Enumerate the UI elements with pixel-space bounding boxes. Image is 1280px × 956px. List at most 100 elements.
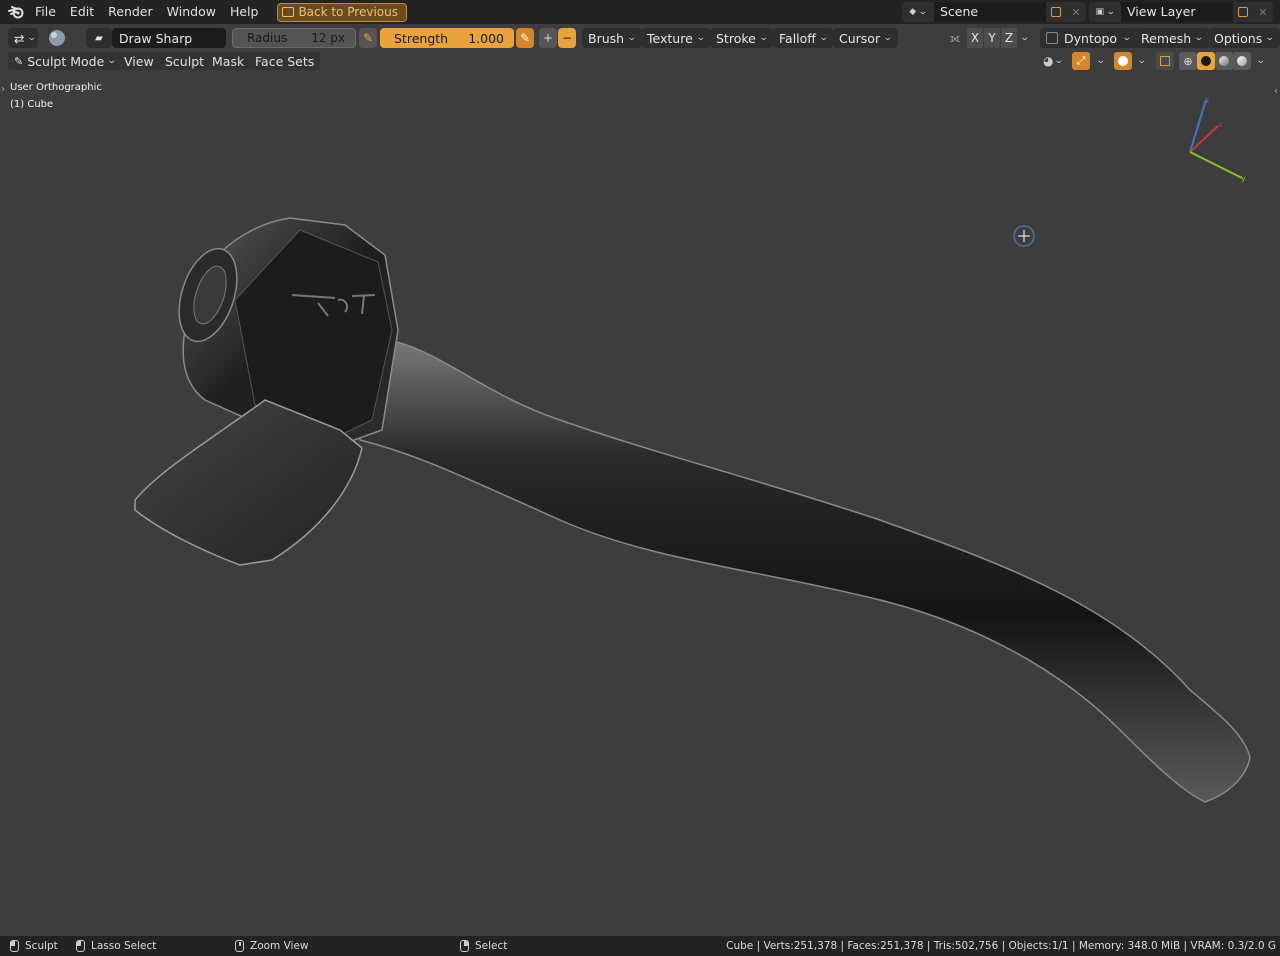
chevron-down-icon: ⌄ (1020, 33, 1030, 43)
status-zoom: Zoom View (235, 938, 309, 954)
blender-logo-icon[interactable] (4, 0, 28, 24)
mask-menu[interactable]: Mask (206, 52, 251, 70)
shading-rendered-button[interactable] (1233, 52, 1251, 70)
top-menu-bar: File Edit Render Window Help Back to Pre… (0, 0, 1280, 24)
radius-slider[interactable]: Radius 12 px (232, 28, 356, 48)
xray-icon (1160, 56, 1170, 66)
shading-options-button[interactable]: ⌄ (1252, 52, 1270, 70)
delete-scene-button[interactable]: ✕ (1066, 2, 1086, 22)
falloff-menu[interactable]: Falloff ⌄ (773, 28, 834, 48)
brush-browse-button[interactable]: ▰ (86, 28, 112, 48)
overlays-toggle-button[interactable] (1114, 52, 1132, 70)
radius-label: Radius (247, 31, 288, 45)
symmetry-z-button[interactable]: Z (1001, 28, 1017, 48)
chevron-down-icon: ⌄ (1256, 56, 1266, 66)
close-icon: ✕ (1258, 5, 1268, 19)
chevron-down-icon: ⌄ (1121, 33, 1132, 43)
menu-edit[interactable]: Edit (63, 2, 101, 22)
wireframe-sphere-icon: ⊕ (1183, 54, 1193, 68)
sculpt-brush-icon: ✎ (14, 54, 24, 68)
minus-icon: − (561, 31, 573, 45)
pen-pressure-icon: ✎ (519, 31, 531, 45)
face-sets-menu[interactable]: Face Sets (249, 52, 321, 70)
remesh-menu[interactable]: Remesh ⌄ (1135, 28, 1209, 48)
shading-wireframe-button[interactable]: ⊕ (1179, 52, 1197, 70)
strength-value: 1.000 (468, 30, 504, 46)
menu-help[interactable]: Help (223, 2, 266, 22)
eye-icon: ◕ (1042, 54, 1054, 68)
pen-pressure-icon: ✎ (362, 31, 374, 45)
symmetry-y-button[interactable]: Y (984, 28, 1000, 48)
new-scene-button[interactable] (1046, 2, 1066, 22)
scene-name-field[interactable]: Scene (934, 2, 1046, 22)
scene-icon: ◆ (909, 7, 917, 17)
menu-window[interactable]: Window (160, 2, 223, 22)
right-mouse-icon (460, 940, 469, 952)
direction-subtract-button[interactable]: − (558, 28, 576, 48)
strength-pressure-button[interactable]: ✎ (516, 28, 534, 48)
symmetry-options-button[interactable]: ⌄ (1018, 28, 1032, 48)
radius-value: 12 px (311, 31, 345, 45)
stroke-menu[interactable]: Stroke ⌄ (710, 28, 774, 48)
view-layer-name-field[interactable]: View Layer (1121, 2, 1233, 22)
options-menu[interactable]: Options ⌄ (1208, 28, 1280, 48)
delete-view-layer-button[interactable]: ✕ (1253, 2, 1273, 22)
back-to-previous-label: Back to Previous (298, 5, 398, 19)
options-label: Options (1214, 30, 1263, 46)
shading-solid-button[interactable] (1197, 52, 1215, 70)
brush-menu[interactable]: Brush ⌄ (582, 28, 642, 48)
menu-file[interactable]: File (28, 2, 63, 22)
hammer-sculpt-model[interactable] (0, 72, 1280, 936)
brush-name-field[interactable]: Draw Sharp (112, 28, 226, 48)
visibility-dropdown[interactable]: ◕ ⌄ (1039, 52, 1067, 70)
strength-label: Strength (394, 30, 449, 46)
gizmo-options-button[interactable]: ⌄ (1092, 52, 1110, 70)
chevron-down-icon: ⌄ (1137, 56, 1147, 66)
overlays-options-button[interactable]: ⌄ (1133, 52, 1151, 70)
status-lasso: Lasso Select (76, 938, 156, 954)
strength-slider[interactable]: Strength 1.000 (380, 28, 514, 48)
screen-icon (282, 7, 295, 17)
gizmo-toggle-button[interactable]: ⤢ (1072, 52, 1090, 70)
chevron-down-icon: ⌄ (626, 33, 637, 43)
chevron-down-icon: ⌄ (758, 33, 769, 43)
scene-browse-button[interactable]: ◆ ⌄ (902, 2, 934, 22)
cursor-menu[interactable]: Cursor ⌄ (833, 28, 898, 48)
view-layer-browse-button[interactable]: ▣ ⌄ (1089, 2, 1121, 22)
overlays-icon (1118, 56, 1128, 66)
scene-statistics: Cube | Verts:251,378 | Faces:251,378 | T… (726, 940, 1276, 952)
copy-icon (1051, 7, 1061, 17)
mode-selector[interactable]: ✎ Sculpt Mode ⌄ (8, 52, 122, 70)
status-select: Select (460, 938, 507, 954)
brush-icon: ▰ (95, 32, 103, 44)
sculpt-menu[interactable]: Sculpt (159, 52, 211, 70)
dyntopo-menu[interactable]: Dyntopo ⌄ (1040, 28, 1137, 48)
scene-selector: ◆ ⌄ Scene ✕ (902, 2, 1086, 22)
symmetry-x-button[interactable]: X (967, 28, 983, 48)
left-mouse-icon (10, 940, 19, 952)
view-menu[interactable]: View (118, 52, 160, 70)
chevron-down-icon: ⌄ (818, 33, 829, 43)
new-view-layer-button[interactable] (1233, 2, 1253, 22)
back-to-previous-button[interactable]: Back to Previous (277, 2, 407, 22)
direction-add-button[interactable]: + (539, 28, 557, 48)
status-sculpt-label: Sculpt (25, 940, 58, 952)
rendered-sphere-icon (1237, 56, 1247, 66)
layers-icon: ▣ (1095, 7, 1104, 17)
editor-type-button[interactable]: ⇄ ⌄ (8, 28, 38, 48)
texture-menu[interactable]: Texture ⌄ (641, 28, 711, 48)
brush-preview-icon[interactable] (46, 28, 68, 48)
menu-render[interactable]: Render (101, 2, 160, 22)
chevron-down-icon: ⌄ (1193, 33, 1204, 43)
solid-sphere-icon (1201, 56, 1211, 66)
radius-pressure-button[interactable]: ✎ (359, 28, 377, 48)
chevron-down-icon: ⌄ (695, 33, 706, 43)
shading-material-button[interactable] (1215, 52, 1233, 70)
copy-icon (1238, 7, 1248, 17)
remesh-label: Remesh (1141, 30, 1192, 46)
chevron-down-icon: ⌄ (107, 56, 117, 66)
xray-toggle-button[interactable] (1156, 52, 1174, 70)
brush-menu-label: Brush (588, 30, 625, 46)
chevron-down-icon: ⌄ (1096, 56, 1106, 66)
3d-viewport[interactable]: User Orthographic (1) Cube › ‹ z x y (0, 72, 1280, 936)
